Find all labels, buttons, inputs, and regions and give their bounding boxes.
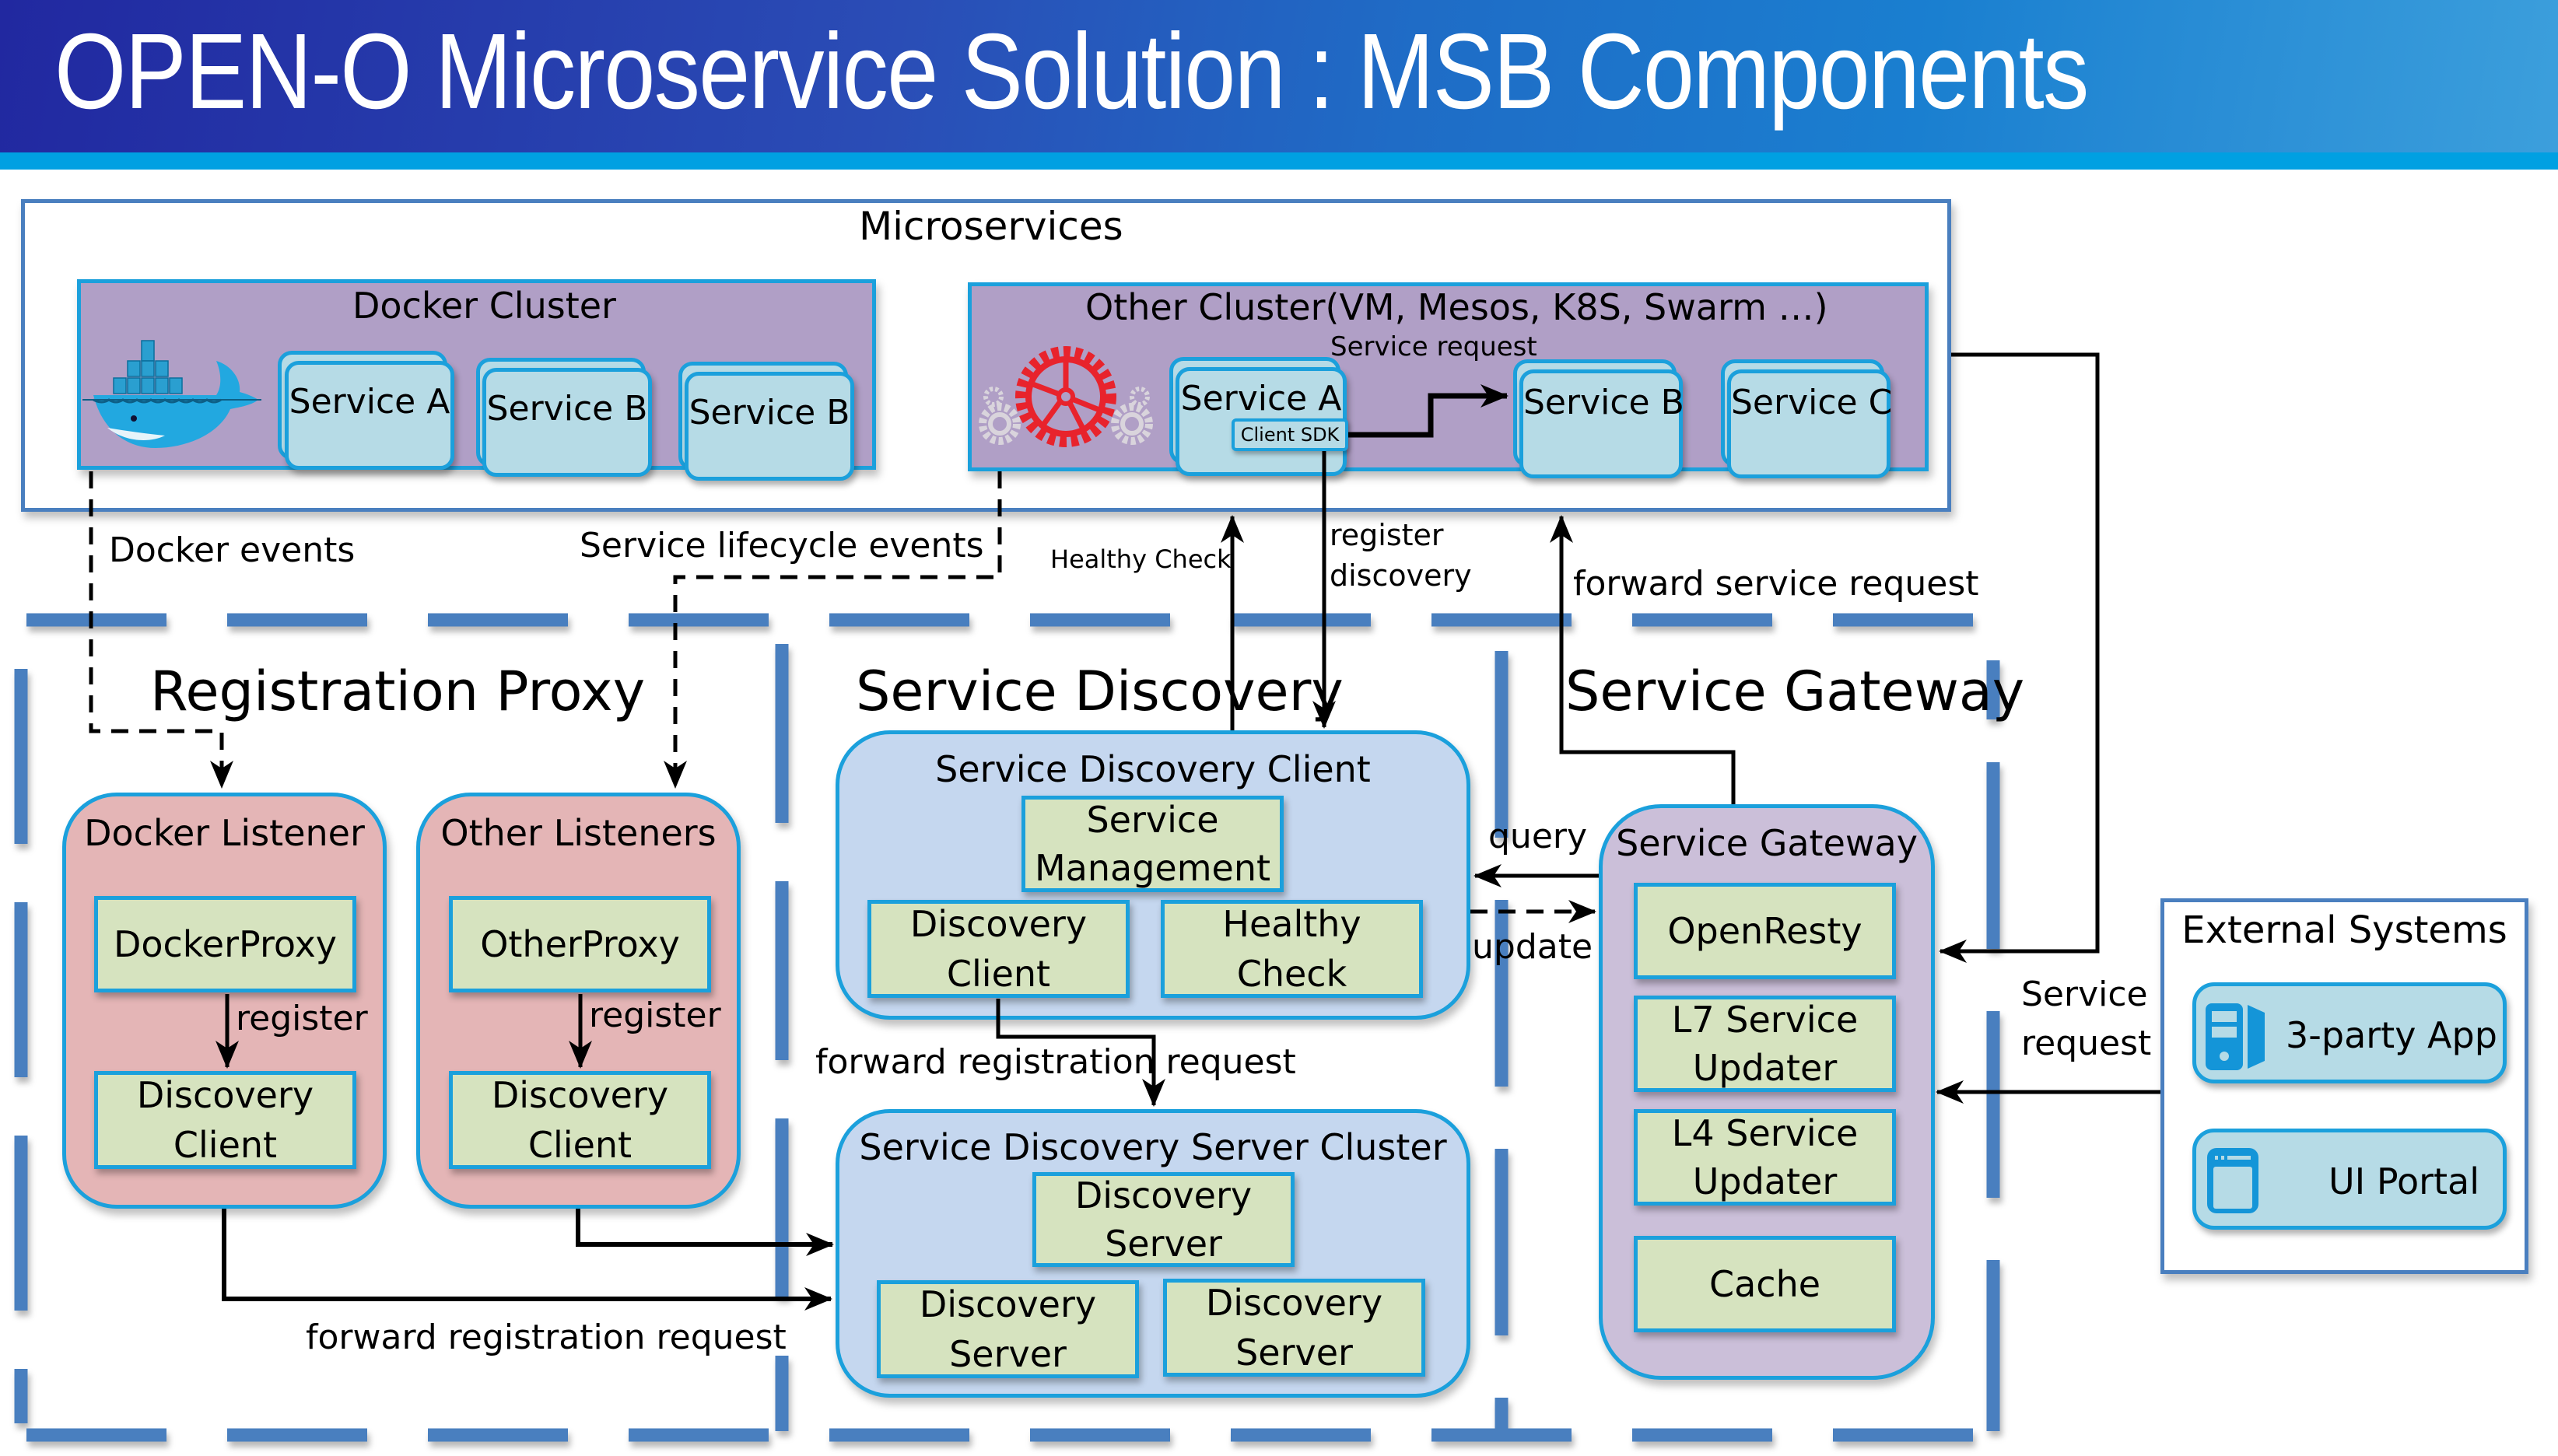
forward-registration-arrow-top (996, 999, 1165, 1107)
docker-events-arrow (89, 471, 233, 789)
service-request-external-arrow (1939, 352, 2100, 963)
forward-service-request-arrow (1550, 515, 1736, 804)
connector-arrows (89, 352, 2160, 1311)
lifecycle-events-arrow (664, 471, 1002, 789)
service-request-arrow (1348, 384, 1509, 438)
other-listeners-forward-arrow (576, 1209, 834, 1256)
docker-listener-forward-arrow (222, 1209, 832, 1311)
